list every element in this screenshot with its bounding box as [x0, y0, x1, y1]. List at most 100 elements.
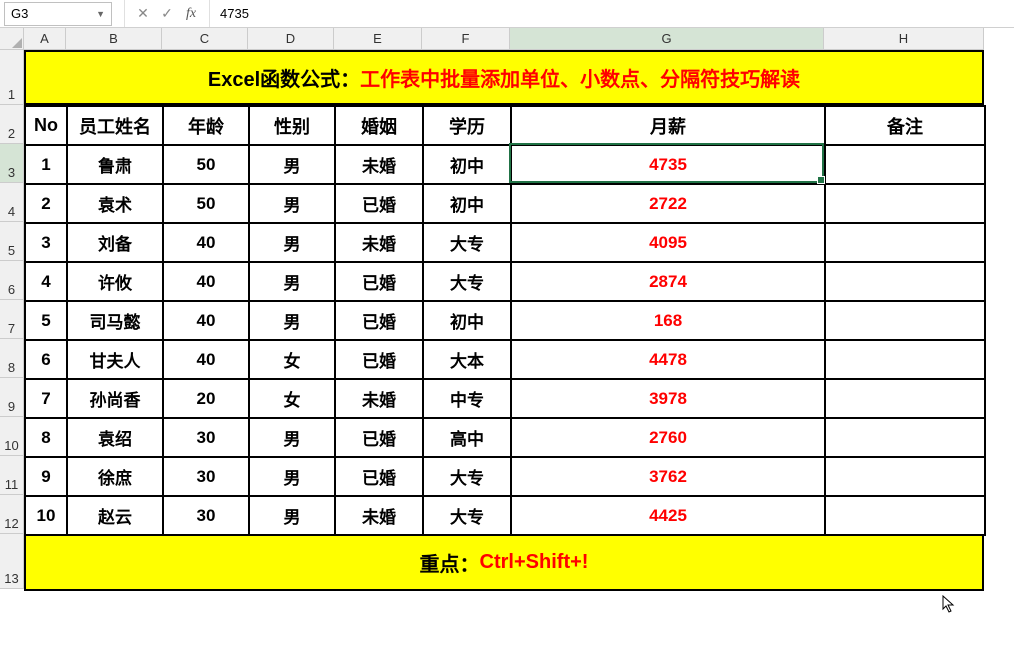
row-header-10[interactable]: 10 — [0, 417, 23, 456]
header-education[interactable]: 学历 — [423, 106, 511, 145]
cell-education[interactable]: 大专 — [423, 457, 511, 496]
cell-name[interactable]: 刘备 — [67, 223, 163, 262]
cell-remark[interactable] — [825, 418, 985, 457]
cell-remark[interactable] — [825, 340, 985, 379]
confirm-icon[interactable]: ✓ — [159, 5, 175, 22]
cell-marriage[interactable]: 已婚 — [335, 301, 423, 340]
cell-name[interactable]: 许攸 — [67, 262, 163, 301]
cell-marriage[interactable]: 已婚 — [335, 457, 423, 496]
cell-salary[interactable]: 2722 — [511, 184, 825, 223]
cell-marriage[interactable]: 已婚 — [335, 340, 423, 379]
col-header-C[interactable]: C — [162, 28, 248, 49]
col-header-H[interactable]: H — [824, 28, 984, 49]
cell-gender[interactable]: 男 — [249, 184, 335, 223]
col-header-F[interactable]: F — [422, 28, 510, 49]
cell-name[interactable]: 司马懿 — [67, 301, 163, 340]
cell-no[interactable]: 9 — [25, 457, 67, 496]
cell-salary[interactable]: 2874 — [511, 262, 825, 301]
cell-no[interactable]: 4 — [25, 262, 67, 301]
col-header-G[interactable]: G — [510, 28, 824, 49]
cell-salary[interactable]: 3762 — [511, 457, 825, 496]
cell-no[interactable]: 2 — [25, 184, 67, 223]
cell-marriage[interactable]: 已婚 — [335, 262, 423, 301]
cell-remark[interactable] — [825, 457, 985, 496]
cell-education[interactable]: 高中 — [423, 418, 511, 457]
cell-age[interactable]: 30 — [163, 457, 249, 496]
cell-gender[interactable]: 男 — [249, 457, 335, 496]
cell-gender[interactable]: 男 — [249, 496, 335, 535]
cell-remark[interactable] — [825, 496, 985, 535]
row-header-11[interactable]: 11 — [0, 456, 23, 495]
row-header-13[interactable]: 13 — [0, 534, 23, 589]
row-header-4[interactable]: 4 — [0, 183, 23, 222]
cell-age[interactable]: 30 — [163, 496, 249, 535]
row-header-8[interactable]: 8 — [0, 339, 23, 378]
col-header-D[interactable]: D — [248, 28, 334, 49]
cell-no[interactable]: 8 — [25, 418, 67, 457]
name-box[interactable]: G3 ▼ — [4, 2, 112, 26]
cell-gender[interactable]: 男 — [249, 262, 335, 301]
cell-no[interactable]: 6 — [25, 340, 67, 379]
title-cell[interactable]: Excel函数公式： 工作表中批量添加单位、小数点、分隔符技巧解读 — [24, 50, 984, 105]
cell-age[interactable]: 30 — [163, 418, 249, 457]
cell-gender[interactable]: 男 — [249, 223, 335, 262]
cell-education[interactable]: 大专 — [423, 496, 511, 535]
cell-age[interactable]: 20 — [163, 379, 249, 418]
cell-no[interactable]: 1 — [25, 145, 67, 184]
header-no[interactable]: No — [25, 106, 67, 145]
cell-education[interactable]: 大本 — [423, 340, 511, 379]
cell-no[interactable]: 7 — [25, 379, 67, 418]
cell-marriage[interactable]: 未婚 — [335, 223, 423, 262]
footer-cell[interactable]: 重点： Ctrl+Shift+! — [24, 536, 984, 591]
cell-remark[interactable] — [825, 379, 985, 418]
cell-education[interactable]: 初中 — [423, 145, 511, 184]
cell-education[interactable]: 初中 — [423, 301, 511, 340]
cell-marriage[interactable]: 已婚 — [335, 418, 423, 457]
header-age[interactable]: 年龄 — [163, 106, 249, 145]
cell-gender[interactable]: 男 — [249, 145, 335, 184]
header-remark[interactable]: 备注 — [825, 106, 985, 145]
cell-age[interactable]: 50 — [163, 184, 249, 223]
cell-salary[interactable]: 3978 — [511, 379, 825, 418]
cell-age[interactable]: 40 — [163, 262, 249, 301]
cell-name[interactable]: 甘夫人 — [67, 340, 163, 379]
cell-age[interactable]: 40 — [163, 223, 249, 262]
cell-name[interactable]: 赵云 — [67, 496, 163, 535]
cell-remark[interactable] — [825, 223, 985, 262]
cell-salary[interactable]: 4095 — [511, 223, 825, 262]
cell-education[interactable]: 中专 — [423, 379, 511, 418]
cell-remark[interactable] — [825, 262, 985, 301]
cell-no[interactable]: 5 — [25, 301, 67, 340]
cell-education[interactable]: 大专 — [423, 262, 511, 301]
row-header-3[interactable]: 3 — [0, 144, 23, 183]
cell-marriage[interactable]: 未婚 — [335, 496, 423, 535]
header-name[interactable]: 员工姓名 — [67, 106, 163, 145]
name-box-dropdown-icon[interactable]: ▼ — [96, 9, 105, 19]
cell-age[interactable]: 50 — [163, 145, 249, 184]
formula-input[interactable]: 4735 — [209, 0, 1014, 27]
cell-gender[interactable]: 男 — [249, 301, 335, 340]
col-header-A[interactable]: A — [24, 28, 66, 49]
cell-salary[interactable]: 4425 — [511, 496, 825, 535]
cell-no[interactable]: 3 — [25, 223, 67, 262]
cell-gender[interactable]: 女 — [249, 340, 335, 379]
header-salary[interactable]: 月薪 — [511, 106, 825, 145]
row-header-12[interactable]: 12 — [0, 495, 23, 534]
cell-remark[interactable] — [825, 301, 985, 340]
row-header-2[interactable]: 2 — [0, 105, 23, 144]
cell-age[interactable]: 40 — [163, 301, 249, 340]
cell-name[interactable]: 徐庶 — [67, 457, 163, 496]
cell-education[interactable]: 初中 — [423, 184, 511, 223]
cell-gender[interactable]: 男 — [249, 418, 335, 457]
cell-name[interactable]: 袁绍 — [67, 418, 163, 457]
cell-salary[interactable]: 4478 — [511, 340, 825, 379]
cell-name[interactable]: 鲁肃 — [67, 145, 163, 184]
row-header-9[interactable]: 9 — [0, 378, 23, 417]
cell-salary[interactable]: 168 — [511, 301, 825, 340]
row-header-1[interactable]: 1 — [0, 50, 23, 105]
cell-marriage[interactable]: 未婚 — [335, 379, 423, 418]
cell-remark[interactable] — [825, 145, 985, 184]
cell-no[interactable]: 10 — [25, 496, 67, 535]
select-all-corner[interactable] — [0, 28, 24, 50]
header-gender[interactable]: 性别 — [249, 106, 335, 145]
